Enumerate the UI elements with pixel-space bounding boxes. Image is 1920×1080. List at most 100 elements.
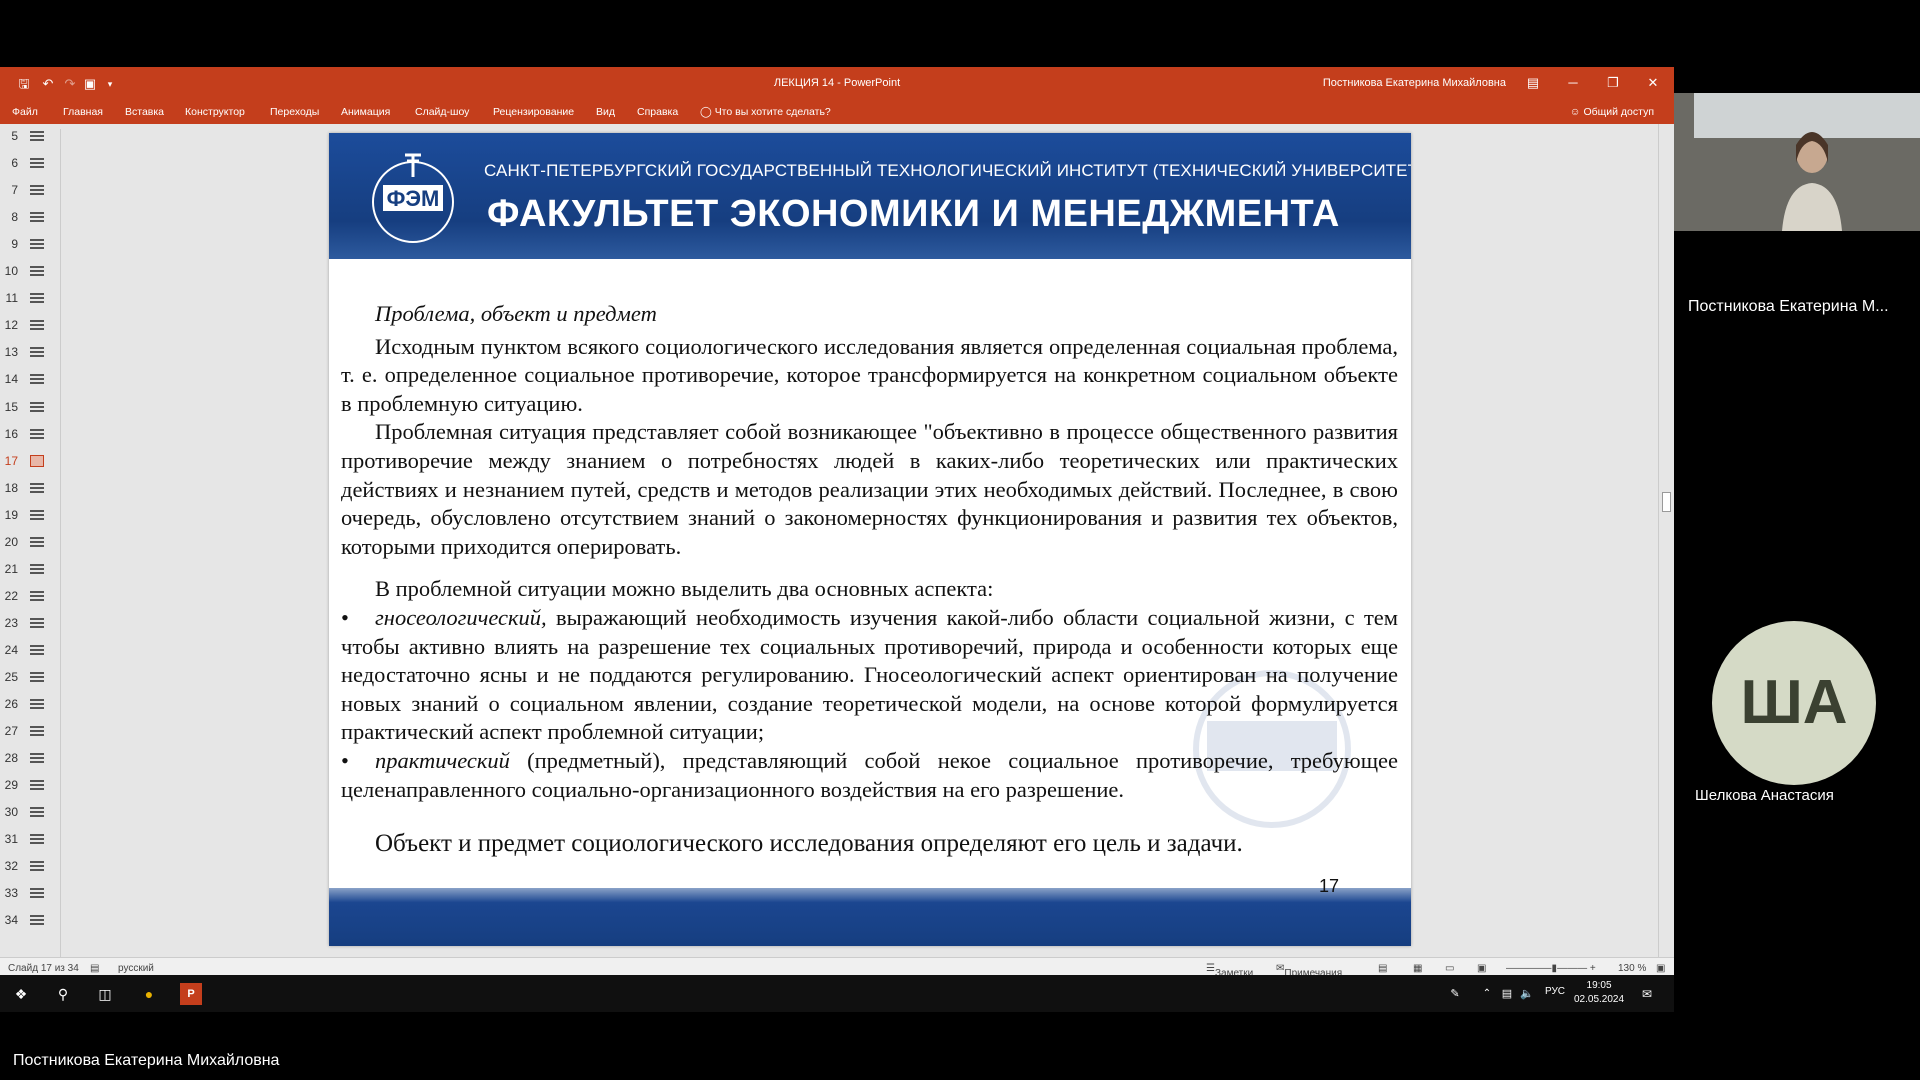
- slide-thumbnail-27[interactable]: 27: [0, 721, 50, 741]
- tab-review[interactable]: Рецензирование: [493, 106, 574, 118]
- slide-thumbnail-33[interactable]: 33: [0, 883, 50, 903]
- tab-home[interactable]: Главная: [63, 106, 103, 118]
- slide-thumbnail-8[interactable]: 8: [0, 207, 50, 227]
- participant-avatar[interactable]: ША: [1712, 621, 1876, 785]
- share-button[interactable]: ☺ Общий доступ: [1570, 106, 1654, 118]
- windows-taskbar: ❖ ⚲ ◫ ● P ✎ ⌃ ▤ 🔈 РУС 19:05 02.05.2024 ✉: [0, 975, 1674, 1012]
- notifications-icon[interactable]: ✉: [1636, 983, 1658, 1005]
- slide-thumbnail-14[interactable]: 14: [0, 369, 50, 389]
- slide-thumbnail-24[interactable]: 24: [0, 640, 50, 660]
- slide-thumbnail-icon: [30, 347, 44, 358]
- network-icon[interactable]: ▤: [1496, 983, 1518, 1005]
- system-clock[interactable]: 19:05 02.05.2024: [1574, 979, 1624, 1007]
- zoom-slider[interactable]: –————▮——— +: [1506, 963, 1596, 974]
- slide-thumbnail-10[interactable]: 10: [0, 261, 50, 281]
- slide-thumbnail-16[interactable]: 16: [0, 424, 50, 444]
- thumbnail-number: 26: [4, 697, 18, 712]
- slide-thumbnail-9[interactable]: 9: [0, 234, 50, 254]
- tab-insert[interactable]: Вставка: [125, 106, 164, 118]
- slide-thumbnail-icon: [30, 454, 44, 467]
- chrome-icon[interactable]: ●: [138, 983, 160, 1005]
- tab-help[interactable]: Справка: [637, 106, 678, 118]
- tab-file[interactable]: Файл: [12, 106, 38, 118]
- zoom-level[interactable]: 130 %: [1618, 963, 1646, 974]
- slide-header-banner: ФЭМ САНКТ-ПЕТЕРБУРГСКИЙ ГОСУДАРСТВЕННЫЙ …: [329, 133, 1411, 259]
- paragraph-3: В проблемной ситуации можно выделить два…: [375, 576, 994, 602]
- slide-thumbnail-13[interactable]: 13: [0, 342, 50, 362]
- tab-view[interactable]: Вид: [596, 106, 615, 118]
- slide-thumbnail-34[interactable]: 34: [0, 910, 50, 930]
- scrollbar-thumb[interactable]: [1662, 492, 1671, 512]
- notes-button[interactable]: ☰ Заметки: [1206, 963, 1253, 979]
- bullet-marker: •: [341, 747, 349, 773]
- spellcheck-icon[interactable]: ▤: [90, 963, 99, 974]
- current-slide[interactable]: ФЭМ САНКТ-ПЕТЕРБУРГСКИЙ ГОСУДАРСТВЕННЫЙ …: [329, 133, 1411, 946]
- slide-thumbnail-20[interactable]: 20: [0, 532, 50, 552]
- normal-view-icon[interactable]: ▤: [1378, 963, 1387, 974]
- slide-thumbnail-25[interactable]: 25: [0, 667, 50, 687]
- slide-thumbnail-11[interactable]: 11: [0, 288, 50, 308]
- slide-thumbnail-icon: [30, 644, 44, 655]
- tell-me-search[interactable]: ◯ Что вы хотите сделать?: [700, 106, 831, 118]
- tab-animations[interactable]: Анимация: [341, 106, 390, 118]
- volume-icon[interactable]: 🔈: [1516, 983, 1538, 1005]
- thumbnail-number: 32: [4, 859, 18, 874]
- slide-thumbnail-15[interactable]: 15: [0, 397, 50, 417]
- slide-thumbnail-7[interactable]: 7: [0, 180, 50, 200]
- restore-button[interactable]: ❐: [1602, 73, 1624, 93]
- slide-thumbnail-17[interactable]: 17: [0, 451, 50, 471]
- slide-thumbnail-18[interactable]: 18: [0, 478, 50, 498]
- pen-icon[interactable]: ✎: [1444, 983, 1466, 1005]
- thumbnail-number: 6: [11, 156, 18, 171]
- slide-thumbnail-12[interactable]: 12: [0, 315, 50, 335]
- slide-thumbnail-32[interactable]: 32: [0, 856, 50, 876]
- tab-slideshow[interactable]: Слайд-шоу: [415, 106, 469, 118]
- language-indicator[interactable]: русский: [118, 963, 154, 974]
- slide-thumbnail-28[interactable]: 28: [0, 748, 50, 768]
- thumbnail-scrollbar[interactable]: [60, 129, 70, 959]
- participant-camera-tile[interactable]: [1674, 93, 1920, 231]
- windows-start-icon[interactable]: ❖: [10, 983, 32, 1005]
- slide-thumbnail-icon: [30, 320, 44, 331]
- thumbnail-number: 30: [4, 805, 18, 820]
- slide-thumbnail-icon: [30, 131, 44, 141]
- tab-design[interactable]: Конструктор: [185, 106, 245, 118]
- tray-chevron-icon[interactable]: ⌃: [1476, 983, 1498, 1005]
- slide-thumbnail-22[interactable]: 22: [0, 586, 50, 606]
- comments-button[interactable]: ✉ Примечания: [1276, 963, 1342, 979]
- reading-view-icon[interactable]: ▭: [1445, 963, 1454, 974]
- fit-to-window-icon[interactable]: ▣: [1656, 963, 1665, 974]
- slide-thumbnail-23[interactable]: 23: [0, 613, 50, 633]
- slide-thumbnail-5[interactable]: 5: [0, 126, 50, 146]
- presenter-video: [1782, 132, 1842, 231]
- slide-thumbnail-icon: [30, 428, 44, 439]
- slide-thumbnail-26[interactable]: 26: [0, 694, 50, 714]
- slide-thumbnail-icon: [30, 185, 44, 196]
- thumbnail-number: 7: [11, 183, 18, 198]
- slide-sorter-icon[interactable]: ▦: [1413, 963, 1422, 974]
- slide-thumbnail-30[interactable]: 30: [0, 802, 50, 822]
- input-language[interactable]: РУС: [1545, 986, 1565, 997]
- thumbnail-number: 17: [4, 453, 18, 468]
- slide-thumbnail-19[interactable]: 19: [0, 505, 50, 525]
- tell-me-label: Что вы хотите сделать?: [714, 106, 831, 118]
- tab-transitions[interactable]: Переходы: [270, 106, 319, 118]
- paragraph-2: Проблемная ситуация представляет собой в…: [341, 419, 1398, 559]
- thumbnail-number: 9: [11, 237, 18, 252]
- minimize-button[interactable]: ─: [1562, 73, 1584, 93]
- slide-scrollbar[interactable]: [1658, 124, 1674, 964]
- search-icon[interactable]: ⚲: [52, 983, 74, 1005]
- ribbon-display-options-icon[interactable]: ▤: [1522, 73, 1544, 93]
- powerpoint-taskbar-icon[interactable]: P: [180, 983, 202, 1005]
- slide-thumbnail-29[interactable]: 29: [0, 775, 50, 795]
- slideshow-view-icon[interactable]: ▣: [1477, 963, 1486, 974]
- slide-thumbnail-6[interactable]: 6: [0, 153, 50, 173]
- slide-thumbnail-icon: [30, 753, 44, 764]
- slide-thumbnail-icon: [30, 293, 44, 304]
- task-view-icon[interactable]: ◫: [94, 983, 116, 1005]
- close-button[interactable]: ✕: [1642, 73, 1664, 93]
- account-name[interactable]: Постникова Екатерина Михайловна: [1323, 77, 1506, 89]
- thumbnail-number: 25: [4, 670, 18, 684]
- slide-thumbnail-21[interactable]: 21: [0, 559, 50, 579]
- slide-thumbnail-31[interactable]: 31: [0, 829, 50, 849]
